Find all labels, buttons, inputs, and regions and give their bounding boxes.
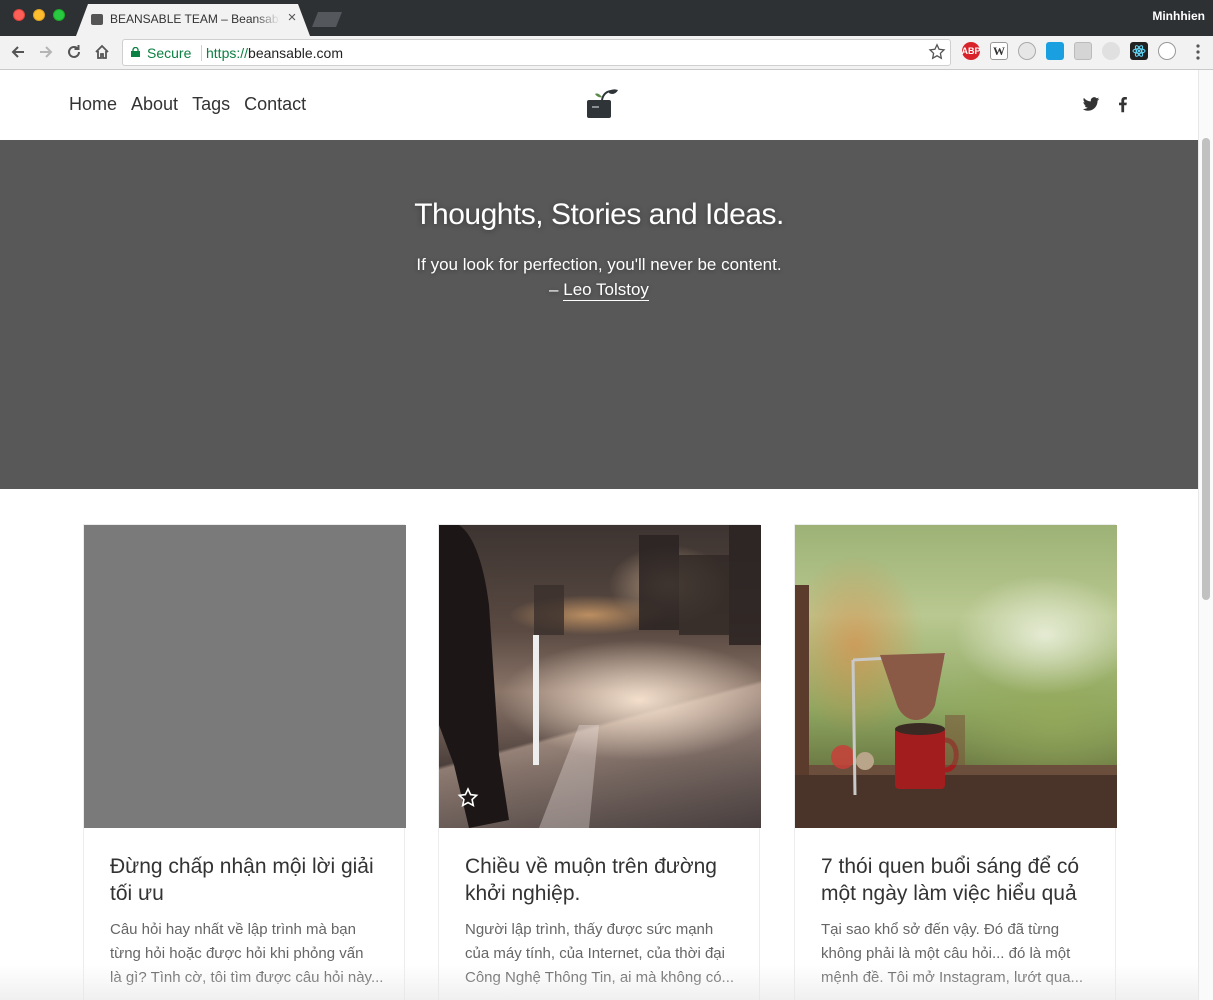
- url-text[interactable]: https://beansable.com: [206, 45, 343, 61]
- back-button[interactable]: [7, 41, 29, 63]
- arrow-left-icon: [11, 46, 24, 58]
- minimize-window-button[interactable]: [33, 9, 45, 21]
- post-image-placeholder[interactable]: [84, 525, 406, 828]
- street-scene-illustration: [439, 525, 761, 828]
- post-card[interactable]: Đừng chấp nhận mội lời giải tối ưu Câu h…: [83, 524, 406, 1000]
- nav-home[interactable]: Home: [69, 94, 117, 115]
- site-logo-icon[interactable]: [585, 88, 619, 120]
- facebook-link[interactable]: [1114, 95, 1132, 113]
- excerpt-line: mệnh đề. Tôi mở Instagram, lướt qua...: [821, 969, 1084, 986]
- nav-tags[interactable]: Tags: [192, 94, 230, 115]
- hero-attribution: – Leo Tolstoy: [0, 280, 1198, 301]
- hero-banner: Thoughts, Stories and Ideas. If you look…: [0, 140, 1198, 489]
- reload-button[interactable]: [63, 41, 85, 63]
- lock-icon: [131, 47, 140, 57]
- excerpt-line: là gì? Tình cờ, tôi tìm được câu hỏi này…: [110, 969, 384, 986]
- post-image-night-street[interactable]: [439, 525, 761, 828]
- adblock-plus-icon[interactable]: ABP: [962, 42, 981, 60]
- excerpt-line: không phải là một câu hỏi... đó là một: [821, 945, 1071, 962]
- twitter-icon: [1082, 97, 1100, 111]
- main-nav: Home About Tags Contact: [69, 94, 306, 115]
- extension-icon[interactable]: [1102, 42, 1120, 60]
- page-viewport: Home About Tags Contact Thoughts, Storie…: [0, 70, 1213, 1000]
- post-excerpt: Câu hỏi hay nhất về lập trình mà bạn từn…: [110, 918, 385, 990]
- coffee-scene-illustration: [795, 585, 1117, 828]
- url-separator: [201, 45, 202, 61]
- browser-toolbar: Secure https://beansable.com ABP W: [0, 36, 1213, 70]
- secure-label: Secure: [147, 45, 192, 61]
- bookmark-star-icon[interactable]: [928, 43, 946, 61]
- more-menu-icon[interactable]: [1196, 44, 1200, 60]
- fullscreen-window-button[interactable]: [53, 9, 65, 21]
- browser-chrome: BEANSABLE TEAM – Beansable × Minhhien Se…: [0, 0, 1213, 70]
- post-excerpt: Tại sao khổ sở đến vậy. Đó đã từng không…: [821, 918, 1096, 990]
- facebook-icon: [1119, 97, 1127, 113]
- post-title[interactable]: Chiều về muộn trên đường khởi nghiệp.: [465, 853, 745, 907]
- tab-bar: BEANSABLE TEAM – Beansable × Minhhien: [0, 0, 1213, 36]
- extension-icon[interactable]: [1074, 42, 1092, 60]
- arrow-right-icon: [40, 46, 53, 58]
- close-window-button[interactable]: [13, 9, 25, 21]
- home-button[interactable]: [91, 41, 113, 63]
- post-list: Đừng chấp nhận mội lời giải tối ưu Câu h…: [83, 524, 1123, 1000]
- tab-title: BEANSABLE TEAM – Beansable: [110, 12, 280, 26]
- nav-contact[interactable]: Contact: [244, 94, 306, 115]
- tab-close-icon[interactable]: ×: [284, 9, 300, 26]
- nav-about[interactable]: About: [131, 94, 178, 115]
- new-tab-button[interactable]: [312, 12, 342, 27]
- home-icon: [95, 44, 109, 59]
- tab-active[interactable]: BEANSABLE TEAM – Beansable ×: [76, 4, 310, 36]
- attribution-dash: –: [549, 280, 564, 299]
- react-devtools-icon[interactable]: [1130, 42, 1148, 60]
- excerpt-line: Người lập trình, thấy được sức mạnh: [465, 921, 714, 938]
- excerpt-line: từng hỏi hoặc được hỏi khi phỏng vấn: [110, 945, 364, 962]
- site-favicon-icon: [91, 14, 103, 25]
- twitter-link[interactable]: [1082, 95, 1100, 113]
- post-title[interactable]: 7 thói quen buổi sáng để có một ngày làm…: [821, 853, 1101, 907]
- react-icon: [1132, 45, 1146, 57]
- excerpt-line: Tại sao khổ sở đến vậy. Đó đã từng: [821, 921, 1060, 938]
- excerpt-line: Công Nghệ Thông Tin, ai mà không có...: [465, 969, 735, 986]
- extension-icon[interactable]: [1018, 42, 1036, 60]
- excerpt-line: Câu hỏi hay nhất về lập trình mà bạn: [110, 921, 356, 938]
- quote-author-link[interactable]: Leo Tolstoy: [563, 280, 649, 301]
- url-scheme: https://: [206, 45, 249, 61]
- page-scrollbar[interactable]: [1198, 70, 1213, 1000]
- reload-icon: [68, 45, 80, 58]
- scrollbar-thumb[interactable]: [1202, 138, 1210, 600]
- wikipedia-icon[interactable]: W: [990, 42, 1008, 60]
- post-card[interactable]: 7 thói quen buổi sáng để có một ngày làm…: [794, 524, 1117, 1000]
- post-title[interactable]: Đừng chấp nhận mội lời giải tối ưu: [110, 853, 390, 907]
- excerpt-line: của máy tính, của Internet, của thời đại: [465, 945, 725, 962]
- extension-icon[interactable]: [1046, 42, 1064, 60]
- extension-icon[interactable]: [1158, 42, 1176, 60]
- post-excerpt: Người lập trình, thấy được sức mạnh của …: [465, 918, 740, 990]
- hero-quote: If you look for perfection, you'll never…: [416, 255, 782, 274]
- featured-star-icon[interactable]: [457, 787, 479, 809]
- site-header: Home About Tags Contact: [0, 70, 1198, 140]
- profile-name[interactable]: Minhhien: [1152, 9, 1205, 23]
- post-card[interactable]: Chiều về muộn trên đường khởi nghiệp. Ng…: [438, 524, 761, 1000]
- address-bar[interactable]: Secure https://beansable.com: [122, 39, 951, 66]
- social-links: [1082, 95, 1132, 113]
- url-host: beansable.com: [248, 45, 343, 61]
- forward-button[interactable]: [35, 41, 57, 63]
- hero-title: Thoughts, Stories and Ideas.: [414, 198, 784, 231]
- post-image-coffee-filter[interactable]: [795, 525, 1117, 828]
